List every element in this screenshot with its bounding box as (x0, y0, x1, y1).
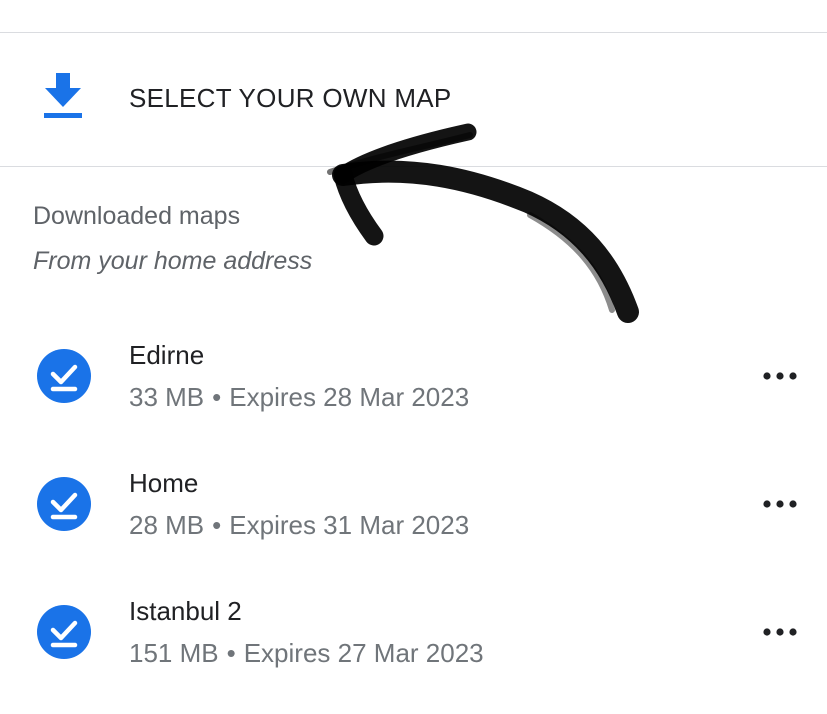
map-size: 28 MB (129, 510, 205, 540)
more-horizontal-icon (763, 500, 797, 508)
separator-dot: • (212, 510, 222, 540)
map-name: Istanbul 2 (129, 596, 242, 626)
map-expiry: Expires 28 Mar 2023 (229, 382, 470, 412)
more-options-button[interactable] (752, 614, 808, 650)
more-horizontal-icon (763, 628, 797, 636)
map-name: Home (129, 468, 199, 498)
map-expiry: Expires 27 Mar 2023 (243, 638, 484, 668)
section-subtitle: From your home address (33, 247, 313, 275)
check-circle-icon (37, 349, 91, 403)
map-item-home[interactable]: Home 28 MB • Expires 31 Mar 2023 (0, 450, 827, 560)
map-item-edirne[interactable]: Edirne 33 MB • Expires 28 Mar 2023 (0, 322, 827, 432)
map-name: Edirne (129, 340, 205, 370)
check-circle-icon (37, 605, 91, 659)
map-details: 28 MB • Expires 31 Mar 2023 (129, 510, 469, 541)
map-size: 33 MB (129, 382, 205, 412)
select-own-map-label: SELECT YOUR OWN MAP (129, 83, 452, 113)
section-divider (0, 166, 827, 167)
check-circle-icon (37, 477, 91, 531)
more-horizontal-icon (763, 372, 797, 380)
section-title: Downloaded maps (33, 202, 241, 230)
map-item-istanbul-2[interactable]: Istanbul 2 151 MB • Expires 27 Mar 2023 (0, 578, 827, 688)
download-icon (44, 73, 82, 118)
more-options-button[interactable] (752, 358, 808, 394)
separator-dot: • (226, 638, 236, 668)
select-own-map-button[interactable]: SELECT YOUR OWN MAP (0, 33, 827, 166)
more-options-button[interactable] (752, 486, 808, 522)
map-details: 151 MB • Expires 27 Mar 2023 (129, 638, 484, 669)
separator-dot: • (212, 382, 222, 412)
map-details: 33 MB • Expires 28 Mar 2023 (129, 382, 469, 413)
map-expiry: Expires 31 Mar 2023 (229, 510, 470, 540)
map-size: 151 MB (129, 638, 219, 668)
